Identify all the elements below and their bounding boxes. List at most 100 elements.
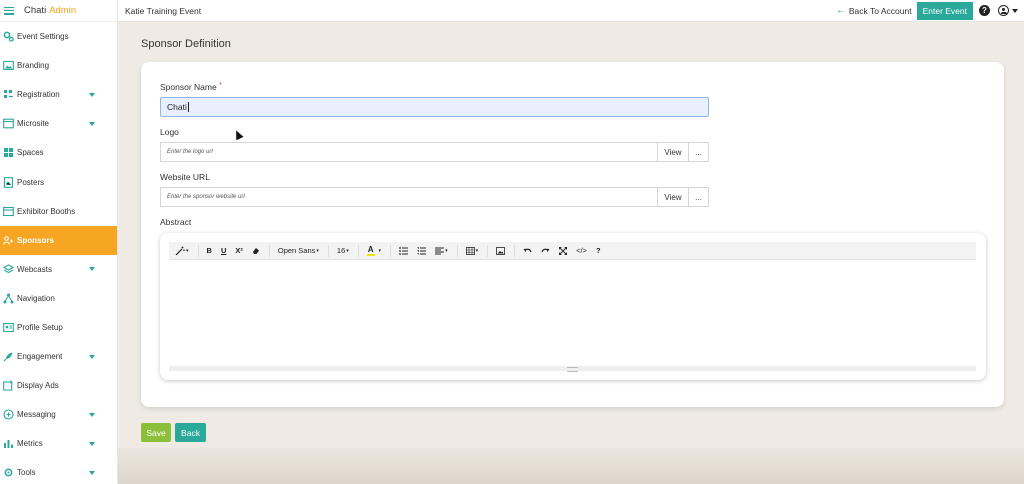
underline-button[interactable]: U <box>221 242 226 260</box>
sidebar-item-metrics[interactable]: Metrics <box>0 429 117 458</box>
back-to-account-link[interactable]: ← Back To Account <box>836 5 912 16</box>
tools-icon <box>3 467 14 478</box>
help-button[interactable]: ? <box>596 242 601 260</box>
sidebar-item-label: Messaging <box>17 410 56 420</box>
website-url-label: Website URL <box>160 172 210 182</box>
font-size-dropdown[interactable]: 16 ▾ <box>337 242 349 260</box>
sidebar-item-label: Microsite <box>17 119 50 129</box>
sponsors-icon <box>3 235 14 246</box>
sidebar-item-label: Exhibitor Booths <box>17 206 76 216</box>
sidebar-item-label: Posters <box>17 177 45 187</box>
ordered-list-icon[interactable] <box>417 242 427 260</box>
abstract-label: Abstract <box>160 217 192 227</box>
sidebar-item-event-settings[interactable]: Event Settings <box>0 22 117 51</box>
sidebar-item-label: Registration <box>17 90 60 100</box>
topbar: Katie Training Event ← Back To Account E… <box>118 0 1024 22</box>
back-button[interactable]: Back <box>175 423 206 442</box>
sidebar-item-label: Spaces <box>17 148 44 158</box>
help-icon[interactable]: ? <box>979 5 990 16</box>
back-to-account-label: Back To Account <box>848 5 912 16</box>
sidebar-item-label: Navigation <box>17 293 55 303</box>
chevron-down-icon[interactable] <box>1012 8 1018 13</box>
font-size-value: 16 <box>336 246 346 255</box>
sidebar-item-branding[interactable]: Branding <box>0 51 117 80</box>
rocket-icon <box>3 351 14 362</box>
ads-icon <box>3 380 14 391</box>
registration-icon <box>3 89 14 100</box>
page-title: Sponsor Definition <box>141 38 231 50</box>
sponsor-name-label-text: Sponsor Name <box>160 82 217 92</box>
sidebar-item-engagement[interactable]: Engagement <box>0 342 117 371</box>
logo-label: Logo <box>160 127 179 137</box>
sidebar-item-exhibitor-booths[interactable]: Exhibitor Booths <box>0 197 117 226</box>
topbar-right: ← Back To Account Enter Event ? <box>836 1 1018 20</box>
bar-chart-icon <box>3 438 14 449</box>
sidebar: Chati Admin Event Settings Branding Regist… <box>0 0 118 484</box>
website-url-input[interactable]: Enter the sponsor website url <box>160 187 657 207</box>
user-icon[interactable] <box>998 5 1009 16</box>
enter-event-button[interactable]: Enter Event <box>916 1 973 20</box>
sidebar-item-profile-setup[interactable]: Profile Setup <box>0 313 117 342</box>
sidebar-item-label: Sponsors <box>17 235 54 245</box>
chevron-down-icon <box>89 441 95 446</box>
eraser-icon[interactable] <box>252 242 260 260</box>
website-more-button[interactable]: ... <box>689 187 709 207</box>
text-cursor <box>187 102 189 112</box>
posters-icon <box>3 176 14 188</box>
website-view-button[interactable]: View <box>657 187 689 207</box>
logo-view-button[interactable]: View <box>657 142 689 162</box>
hamburger-menu-icon[interactable] <box>4 6 14 15</box>
sidebar-item-display-ads[interactable]: Display Ads <box>0 371 117 400</box>
abstract-editor-area[interactable] <box>169 261 976 365</box>
bold-button[interactable]: B <box>207 242 212 260</box>
sidebar-item-label: Engagement <box>17 352 63 362</box>
chevron-down-icon <box>89 470 95 475</box>
sidebar-item-microsite[interactable]: Microsite <box>0 109 117 138</box>
sidebar-item-messaging[interactable]: Messaging <box>0 400 117 429</box>
chevron-down-icon <box>89 92 95 97</box>
text-color-button[interactable]: A ▾ <box>366 242 381 260</box>
paragraph-align-icon[interactable]: ▾ <box>435 242 448 260</box>
magic-wand-icon[interactable]: ▾ <box>175 242 189 260</box>
image-icon <box>3 60 14 71</box>
abstract-editor: ▾ B U X² Open Sans ▾ 16 ▾ A ▾ ▾ ▾ </> ? <box>160 233 986 380</box>
picture-icon[interactable] <box>496 242 505 260</box>
sidebar-item-posters[interactable]: Posters <box>0 167 117 196</box>
gears-icon <box>3 31 14 42</box>
sidebar-item-label: Event Settings <box>17 32 69 42</box>
sidebar-item-spaces[interactable]: Spaces <box>0 138 117 167</box>
sitemap-icon <box>3 293 14 304</box>
chevron-down-icon <box>89 267 95 272</box>
table-icon[interactable]: ▾ <box>465 242 478 260</box>
brand-name: Chati <box>24 5 47 16</box>
sidebar-item-navigation[interactable]: Navigation <box>0 284 117 313</box>
font-family-dropdown[interactable]: Open Sans ▾ <box>278 242 319 260</box>
text-color-letter: A <box>366 245 375 256</box>
event-name: Katie Training Event <box>125 5 202 16</box>
undo-icon[interactable] <box>523 242 532 260</box>
sidebar-item-registration[interactable]: Registration <box>0 80 117 109</box>
redo-icon[interactable] <box>541 242 550 260</box>
sponsor-name-input[interactable]: Chati <box>160 97 709 117</box>
code-view-button[interactable]: </> <box>576 242 587 260</box>
editor-toolbar: ▾ B U X² Open Sans ▾ 16 ▾ A ▾ ▾ ▾ </> ? <box>169 242 976 260</box>
sidebar-item-sponsors[interactable]: Sponsors <box>0 225 117 255</box>
font-family-value: Open Sans <box>277 246 316 255</box>
arrow-left-icon: ← <box>835 5 846 16</box>
fullscreen-icon[interactable] <box>559 242 568 260</box>
superscript-button[interactable]: X² <box>235 242 243 260</box>
layers-icon <box>3 264 14 275</box>
brand-accent: Admin <box>49 5 77 16</box>
editor-resize-handle[interactable] <box>169 366 976 372</box>
unordered-list-icon[interactable] <box>399 242 409 260</box>
sidebar-item-label: Branding <box>17 61 50 71</box>
booth-icon <box>3 206 14 217</box>
logo-url-input[interactable]: Enter the logo url <box>160 142 657 162</box>
required-mark: * <box>219 82 222 89</box>
save-button[interactable]: Save <box>141 423 171 442</box>
sidebar-item-label: Tools <box>17 468 36 478</box>
sidebar-item-webcasts[interactable]: Webcasts <box>0 255 117 284</box>
sidebar-item-label: Display Ads <box>17 381 59 391</box>
sidebar-item-tools[interactable]: Tools <box>0 458 117 484</box>
logo-browse-button[interactable]: ... <box>689 142 709 162</box>
